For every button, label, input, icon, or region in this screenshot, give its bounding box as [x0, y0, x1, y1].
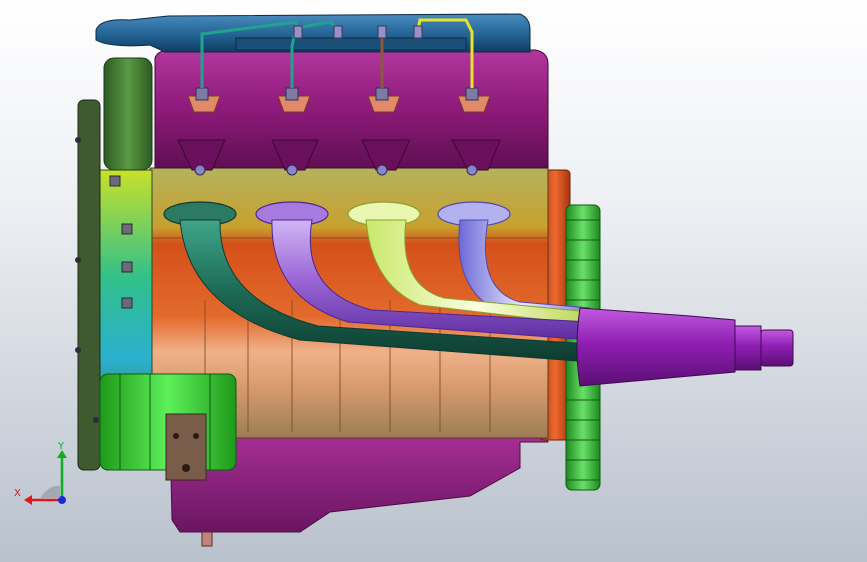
y-axis-label: Y	[57, 441, 65, 452]
exhaust-collector[interactable]	[576, 307, 736, 387]
axis-triad: Y X	[14, 441, 67, 505]
triad-plane	[40, 485, 60, 498]
x-axis-arrow	[24, 495, 32, 505]
plenum-flange	[235, 37, 467, 51]
x-axis-label: X	[14, 488, 21, 499]
cad-viewport[interactable]: Y X	[0, 0, 867, 562]
timing-cover[interactable]	[103, 57, 153, 171]
crank-pulley[interactable]	[77, 99, 101, 471]
collector-outlet	[734, 325, 762, 371]
oil-drain-plug	[201, 531, 213, 547]
collector-tip	[760, 329, 794, 367]
